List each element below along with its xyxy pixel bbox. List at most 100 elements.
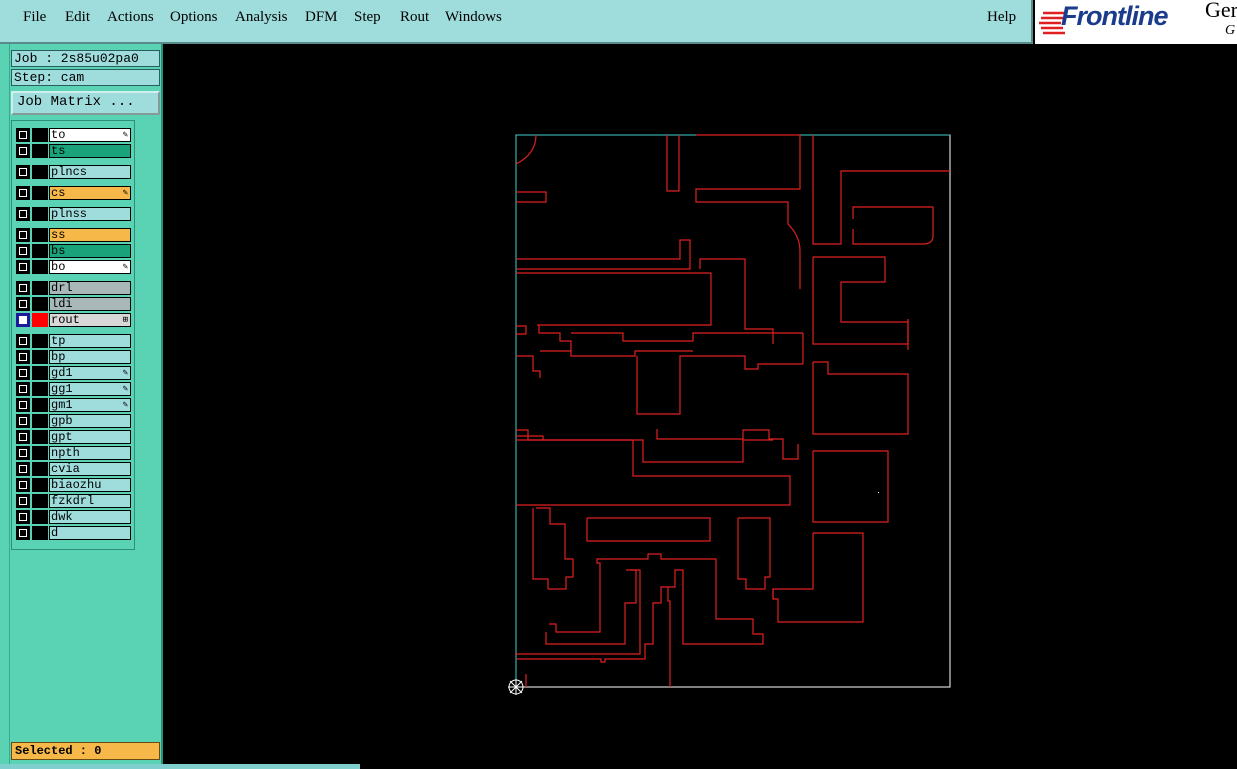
layer-color-swatch[interactable] bbox=[32, 494, 48, 508]
layer-row-ss[interactable]: ss bbox=[14, 228, 132, 242]
layer-checkbox[interactable] bbox=[16, 462, 30, 476]
layer-row-biaozhu[interactable]: biaozhu bbox=[14, 478, 132, 492]
layer-checkbox[interactable] bbox=[16, 414, 30, 428]
layer-name[interactable]: cs ✎ bbox=[49, 186, 131, 200]
layer-checkbox[interactable] bbox=[16, 446, 30, 460]
layer-checkbox[interactable] bbox=[16, 244, 30, 258]
layer-name[interactable]: drl bbox=[49, 281, 131, 295]
layer-name[interactable]: ldi bbox=[49, 297, 131, 311]
layer-row-gpb[interactable]: gpb bbox=[14, 414, 132, 428]
layer-name[interactable]: gpt bbox=[49, 430, 131, 444]
menu-options[interactable]: Options bbox=[170, 9, 218, 26]
layer-color-swatch[interactable] bbox=[32, 510, 48, 524]
layer-name[interactable]: bo ✎ bbox=[49, 260, 131, 274]
layer-checkbox[interactable] bbox=[16, 350, 30, 364]
layer-row-gpt[interactable]: gpt bbox=[14, 430, 132, 444]
layer-checkbox[interactable] bbox=[16, 478, 30, 492]
layer-checkbox[interactable] bbox=[16, 281, 30, 295]
menu-edit[interactable]: Edit bbox=[65, 9, 90, 26]
layer-name[interactable]: ss bbox=[49, 228, 131, 242]
layer-checkbox[interactable] bbox=[16, 334, 30, 348]
layer-name[interactable]: ts bbox=[49, 144, 131, 158]
menu-actions[interactable]: Actions bbox=[107, 9, 154, 26]
layer-row-drl[interactable]: drl bbox=[14, 281, 132, 295]
layer-color-swatch[interactable] bbox=[32, 228, 48, 242]
layer-row-d[interactable]: d bbox=[14, 526, 132, 540]
layer-name[interactable]: to ✎ bbox=[49, 128, 131, 142]
layer-checkbox[interactable] bbox=[16, 494, 30, 508]
layer-row-npth[interactable]: npth bbox=[14, 446, 132, 460]
layer-checkbox[interactable] bbox=[16, 526, 30, 540]
layer-name[interactable]: rout ⊞ bbox=[49, 313, 131, 327]
layer-row-plnss[interactable]: plnss bbox=[14, 207, 132, 221]
job-matrix-button[interactable]: Job Matrix ... bbox=[11, 91, 160, 115]
layer-name[interactable]: gd1 ✎ bbox=[49, 366, 131, 380]
layer-color-swatch[interactable] bbox=[32, 414, 48, 428]
layer-row-cs[interactable]: cs ✎ bbox=[14, 186, 132, 200]
layer-color-swatch[interactable] bbox=[32, 207, 48, 221]
layer-row-to[interactable]: to ✎ bbox=[14, 128, 132, 142]
layer-name[interactable]: fzkdrl bbox=[49, 494, 131, 508]
layer-name[interactable]: biaozhu bbox=[49, 478, 131, 492]
layer-row-ts[interactable]: ts bbox=[14, 144, 132, 158]
layer-row-bo[interactable]: bo ✎ bbox=[14, 260, 132, 274]
graphics-canvas[interactable] bbox=[163, 44, 1237, 769]
layer-name[interactable]: dwk bbox=[49, 510, 131, 524]
layer-checkbox[interactable] bbox=[16, 144, 30, 158]
layer-name[interactable]: tp bbox=[49, 334, 131, 348]
layer-row-gm1[interactable]: gm1 ✎ bbox=[14, 398, 132, 412]
layer-checkbox[interactable] bbox=[16, 430, 30, 444]
layer-name[interactable]: gpb bbox=[49, 414, 131, 428]
layer-color-swatch[interactable] bbox=[32, 462, 48, 476]
layer-name[interactable]: bs bbox=[49, 244, 131, 258]
layer-color-swatch[interactable] bbox=[32, 281, 48, 295]
layer-color-swatch[interactable] bbox=[32, 128, 48, 142]
layer-row-rout[interactable]: rout ⊞ bbox=[14, 313, 132, 327]
layer-name[interactable]: bp bbox=[49, 350, 131, 364]
layer-color-swatch[interactable] bbox=[32, 144, 48, 158]
layer-color-swatch[interactable] bbox=[32, 334, 48, 348]
layer-name[interactable]: plnss bbox=[49, 207, 131, 221]
layer-name[interactable]: gg1 ✎ bbox=[49, 382, 131, 396]
layer-color-swatch[interactable] bbox=[32, 446, 48, 460]
layer-checkbox[interactable] bbox=[16, 398, 30, 412]
menu-analysis[interactable]: Analysis bbox=[235, 9, 288, 26]
layer-checkbox[interactable] bbox=[16, 366, 30, 380]
menu-step[interactable]: Step bbox=[354, 9, 381, 26]
layer-row-cvia[interactable]: cvia bbox=[14, 462, 132, 476]
layer-color-swatch[interactable] bbox=[32, 366, 48, 380]
menu-dfm[interactable]: DFM bbox=[305, 9, 338, 26]
layer-checkbox[interactable] bbox=[16, 186, 30, 200]
layer-color-swatch[interactable] bbox=[32, 398, 48, 412]
layer-checkbox[interactable] bbox=[16, 382, 30, 396]
layer-color-swatch[interactable] bbox=[32, 260, 48, 274]
layer-row-fzkdrl[interactable]: fzkdrl bbox=[14, 494, 132, 508]
layer-row-gg1[interactable]: gg1 ✎ bbox=[14, 382, 132, 396]
layer-row-dwk[interactable]: dwk bbox=[14, 510, 132, 524]
layer-row-bp[interactable]: bp bbox=[14, 350, 132, 364]
layer-color-swatch[interactable] bbox=[32, 430, 48, 444]
layer-checkbox[interactable] bbox=[16, 207, 30, 221]
layer-color-swatch[interactable] bbox=[32, 350, 48, 364]
layer-color-swatch[interactable] bbox=[32, 526, 48, 540]
layer-checkbox[interactable] bbox=[16, 297, 30, 311]
layer-checkbox[interactable] bbox=[16, 228, 30, 242]
layer-name[interactable]: cvia bbox=[49, 462, 131, 476]
menu-help[interactable]: Help bbox=[987, 9, 1016, 26]
layer-name[interactable]: d bbox=[49, 526, 131, 540]
menu-file[interactable]: File bbox=[23, 9, 46, 26]
layer-color-swatch[interactable] bbox=[32, 313, 48, 327]
layer-row-tp[interactable]: tp bbox=[14, 334, 132, 348]
layer-checkbox[interactable] bbox=[16, 260, 30, 274]
layer-checkbox[interactable] bbox=[16, 510, 30, 524]
menu-rout[interactable]: Rout bbox=[400, 9, 429, 26]
layer-color-swatch[interactable] bbox=[32, 186, 48, 200]
layer-color-swatch[interactable] bbox=[32, 165, 48, 179]
layer-checkbox[interactable] bbox=[16, 313, 30, 327]
layer-color-swatch[interactable] bbox=[32, 478, 48, 492]
layer-color-swatch[interactable] bbox=[32, 297, 48, 311]
layer-row-bs[interactable]: bs bbox=[14, 244, 132, 258]
layer-name[interactable]: plncs bbox=[49, 165, 131, 179]
layer-color-swatch[interactable] bbox=[32, 244, 48, 258]
layer-row-gd1[interactable]: gd1 ✎ bbox=[14, 366, 132, 380]
